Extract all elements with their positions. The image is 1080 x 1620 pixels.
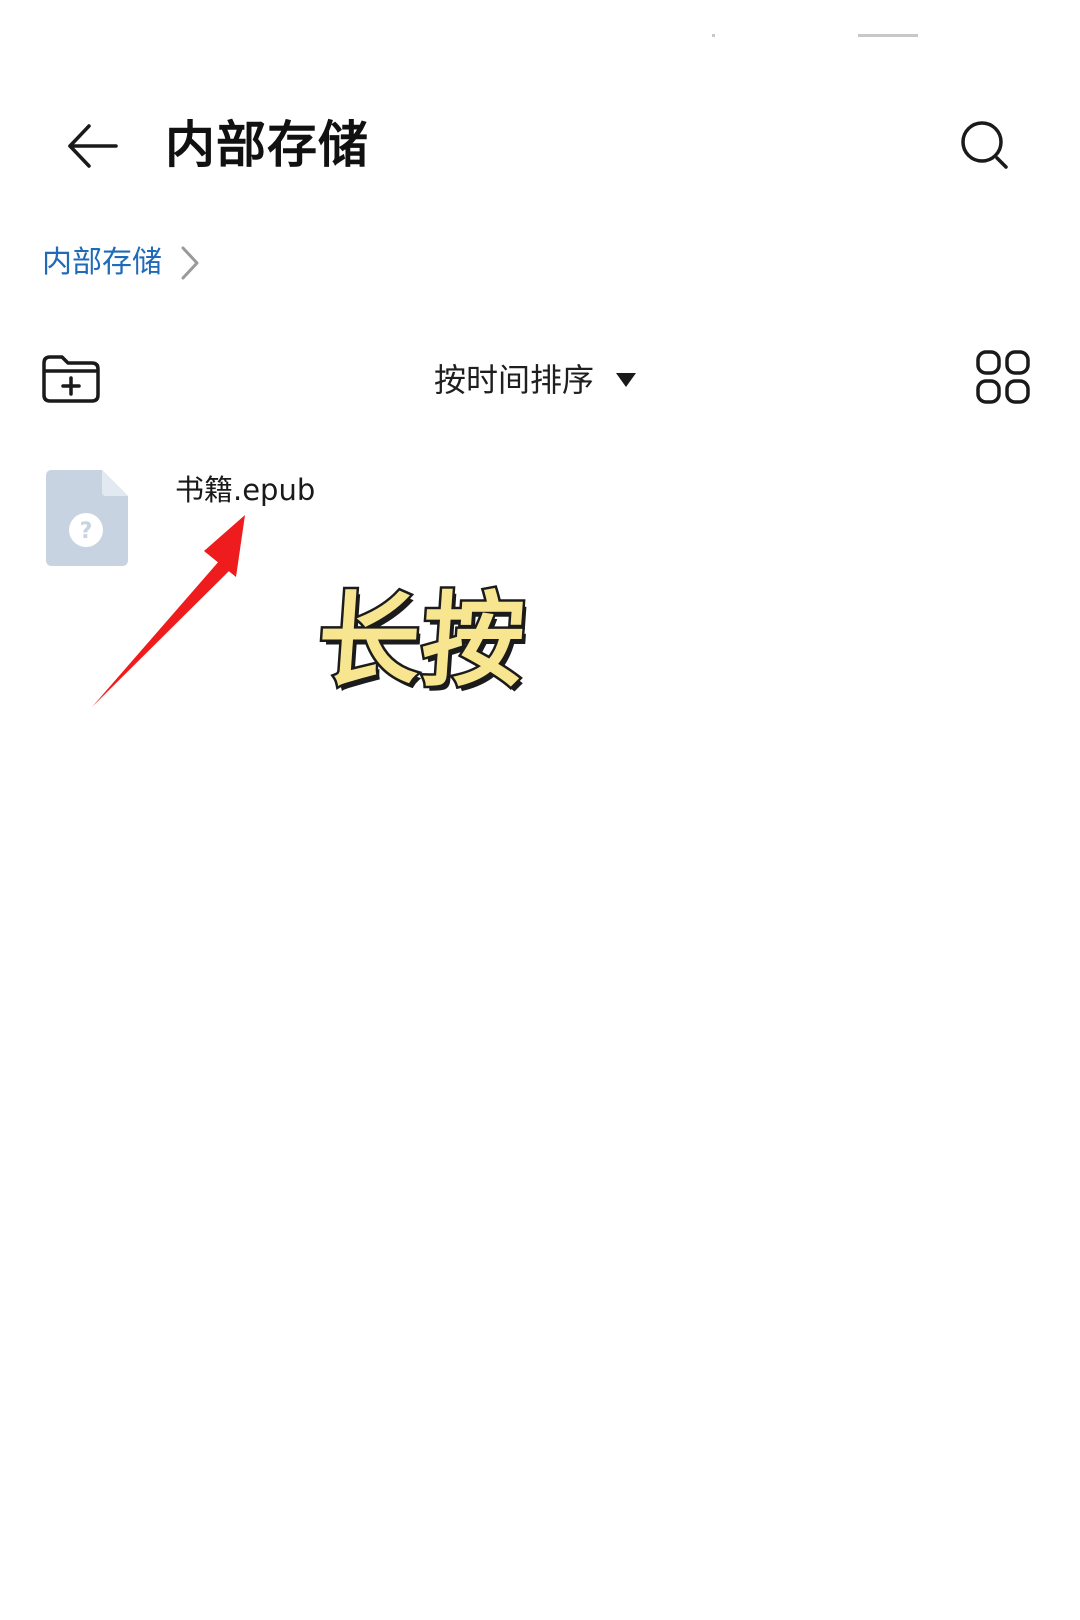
page-title: 内部存储 [165, 116, 369, 174]
file-name: 书籍.epub [175, 473, 316, 507]
new-folder-icon [42, 355, 100, 403]
sort-button[interactable]: 按时间排序 [434, 353, 638, 407]
app-header: 内部存储 [0, 85, 1080, 205]
search-icon [961, 121, 1008, 169]
arrow-left-icon [68, 124, 118, 168]
status-bar-mark [858, 34, 918, 37]
status-bar-mark [712, 34, 715, 37]
chevron-right-icon [178, 243, 202, 283]
sort-label: 按时间排序 [434, 361, 595, 399]
breadcrumb-item-internal-storage[interactable]: 内部存储 [42, 238, 162, 288]
grid-view-icon [976, 350, 1030, 404]
caret-down-icon [616, 373, 637, 387]
red-arrow-icon [92, 515, 245, 707]
grid-view-toggle[interactable] [975, 349, 1031, 405]
annotation-label: 长按 [311, 580, 532, 704]
breadcrumb: 内部存储 [42, 238, 202, 288]
file-toolbar: 按时间排序 [0, 345, 1080, 415]
new-folder-button[interactable] [40, 351, 102, 407]
search-button[interactable] [950, 110, 1022, 182]
back-button[interactable] [56, 110, 128, 182]
